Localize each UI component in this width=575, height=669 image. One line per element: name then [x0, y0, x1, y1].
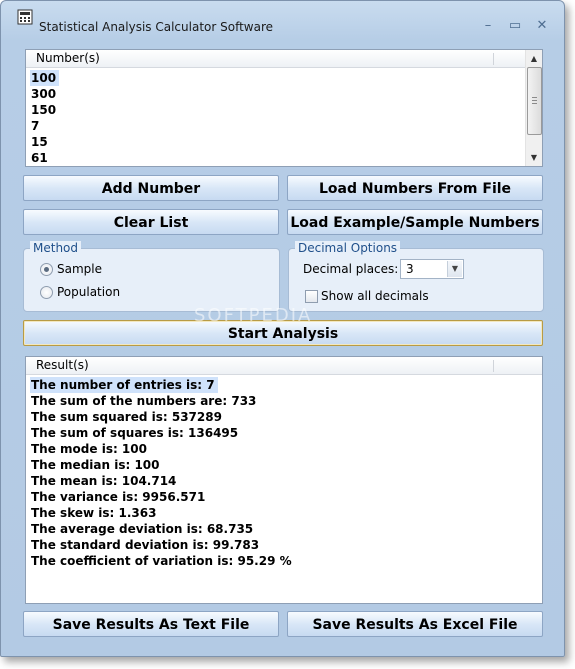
decimal-places-label: Decimal places:: [303, 262, 399, 276]
numbers-scrollbar[interactable]: ▲ ▼: [525, 50, 542, 166]
chevron-down-icon[interactable]: ▼: [447, 261, 462, 277]
results-list-header[interactable]: Result(s): [26, 357, 542, 375]
numbers-list-header[interactable]: Number(s): [26, 50, 542, 68]
load-example-numbers-button[interactable]: Load Example/Sample Numbers: [287, 209, 543, 235]
save-results-excel-button[interactable]: Save Results As Excel File: [287, 611, 543, 637]
number-item[interactable]: 100: [30, 70, 60, 86]
results-column-header: Result(s): [36, 358, 89, 372]
method-group: Method Sample Population: [23, 241, 280, 312]
method-sample-label[interactable]: Sample: [57, 262, 102, 276]
decimal-options-legend: Decimal Options: [295, 241, 401, 255]
result-item[interactable]: The sum of the numbers are: 733: [30, 393, 259, 409]
show-all-decimals-checkbox[interactable]: [305, 290, 318, 303]
result-item[interactable]: The number of entries is: 7: [30, 377, 218, 393]
result-item[interactable]: The variance is: 9956.571: [30, 489, 208, 505]
column-separator: [493, 360, 494, 372]
close-button[interactable]: ✕: [531, 17, 553, 35]
calculator-icon: [17, 9, 33, 25]
scroll-thumb[interactable]: [527, 67, 542, 135]
save-results-text-button[interactable]: Save Results As Text File: [23, 611, 279, 637]
grip-line: [532, 100, 537, 101]
method-legend: Method: [30, 241, 82, 255]
decimal-places-value: 3: [406, 262, 414, 276]
results-listbox[interactable]: Result(s) The number of entries is: 7 Th…: [25, 356, 543, 604]
grip-line: [532, 103, 537, 104]
number-item[interactable]: 7: [30, 118, 42, 134]
number-item[interactable]: 61: [30, 150, 51, 166]
scroll-up-arrow-icon[interactable]: ▲: [526, 52, 542, 66]
result-item[interactable]: The sum squared is: 537289: [30, 409, 225, 425]
grip-line: [532, 97, 537, 98]
method-population-label[interactable]: Population: [57, 285, 120, 299]
result-item[interactable]: The skew is: 1.363: [30, 505, 159, 521]
add-number-button[interactable]: Add Number: [23, 175, 279, 201]
clear-list-button[interactable]: Clear List: [23, 209, 279, 235]
result-item[interactable]: The sum of squares is: 136495: [30, 425, 241, 441]
numbers-column-header: Number(s): [36, 51, 100, 65]
result-item[interactable]: The coefficient of variation is: 95.29 %: [30, 553, 295, 569]
window-title: Statistical Analysis Calculator Software: [39, 20, 274, 34]
number-item[interactable]: 15: [30, 134, 51, 150]
result-item[interactable]: The mode is: 100: [30, 441, 150, 457]
result-item[interactable]: The average deviation is: 68.735: [30, 521, 256, 537]
minimize-button[interactable]: –: [477, 17, 499, 35]
scroll-down-arrow-icon[interactable]: ▼: [526, 151, 542, 165]
result-item[interactable]: The standard deviation is: 99.783: [30, 537, 262, 553]
result-item[interactable]: The median is: 100: [30, 457, 163, 473]
number-item[interactable]: 150: [30, 102, 59, 118]
decimal-options-group: Decimal Options Decimal places: 3 ▼ Show…: [288, 241, 544, 312]
load-numbers-from-file-button[interactable]: Load Numbers From File: [287, 175, 543, 201]
maximize-button[interactable]: ▭: [504, 17, 526, 35]
show-all-decimals-label[interactable]: Show all decimals: [321, 289, 429, 303]
method-population-radio[interactable]: [40, 286, 53, 299]
method-sample-radio[interactable]: [40, 263, 53, 276]
numbers-listbox[interactable]: Number(s) 100 300 150 7 15 61 ▲ ▼: [25, 49, 543, 167]
number-item[interactable]: 300: [30, 86, 59, 102]
title-bar[interactable]: Statistical Analysis Calculator Software…: [1, 1, 564, 34]
start-analysis-button[interactable]: Start Analysis: [23, 320, 543, 346]
column-separator: [493, 53, 494, 65]
decimal-places-select[interactable]: 3 ▼: [400, 259, 464, 279]
result-item[interactable]: The mean is: 104.714: [30, 473, 179, 489]
